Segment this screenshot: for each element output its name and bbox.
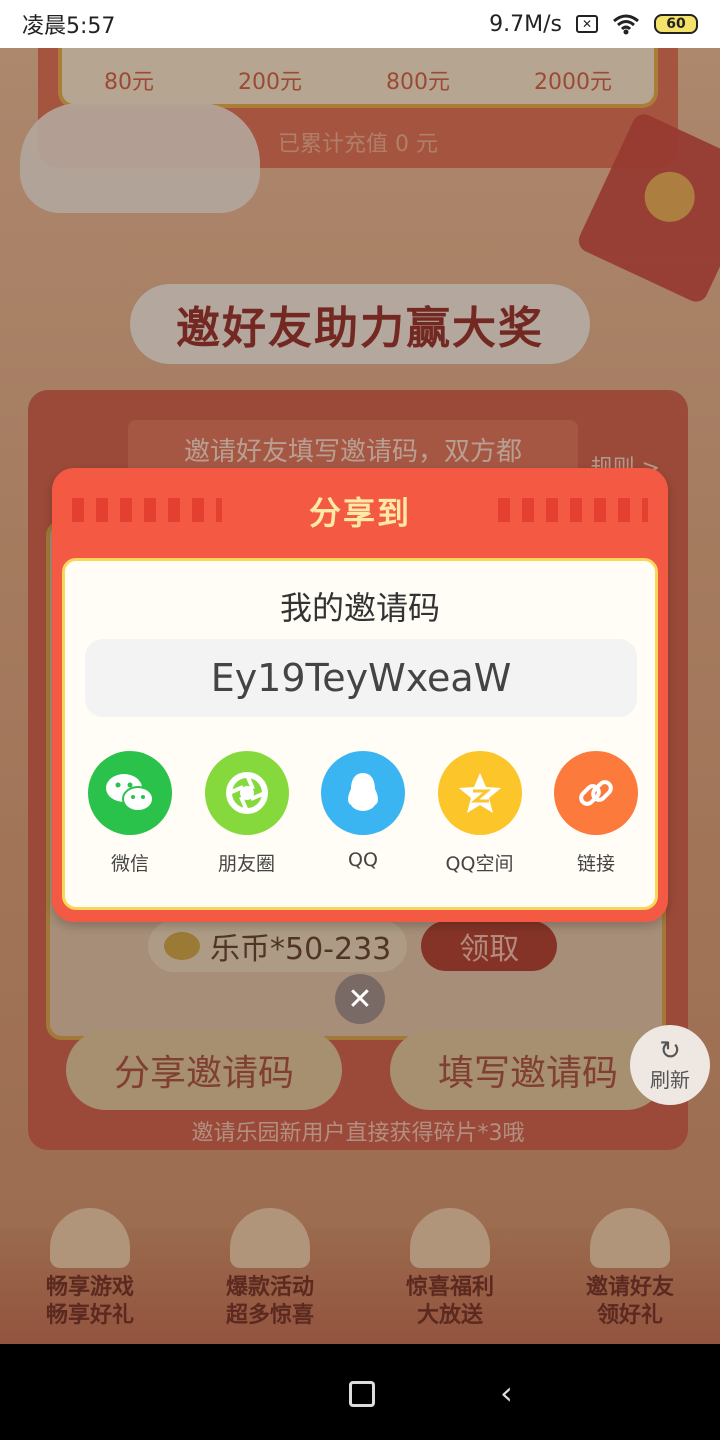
dialog-body: 我的邀请码 Ey19TeyWxeaW 微信 朋友圈 QQ QQ空间 链接: [62, 558, 658, 910]
link-icon: [554, 751, 638, 835]
refresh-button[interactable]: ↻ 刷新: [630, 1025, 710, 1105]
share-label: QQ: [348, 849, 378, 871]
refresh-label: 刷新: [650, 1067, 690, 1092]
share-targets: 微信 朋友圈 QQ QQ空间 链接: [75, 751, 651, 876]
invite-code-value[interactable]: Ey19TeyWxeaW: [85, 639, 637, 717]
recents-icon[interactable]: [349, 1381, 375, 1407]
close-dialog-button[interactable]: ✕: [335, 974, 385, 1024]
status-time: 凌晨5:57: [22, 14, 116, 39]
share-label: 链接: [576, 853, 615, 875]
dialog-title: 分享到: [308, 494, 411, 532]
status-icons: 9.7M/s ✕ 60: [489, 12, 698, 37]
share-label: 微信: [110, 853, 149, 875]
share-qq[interactable]: QQ: [308, 751, 418, 876]
share-dialog: 分享到 我的邀请码 Ey19TeyWxeaW 微信 朋友圈 QQ QQ空间 链接: [52, 468, 668, 922]
qq-icon: [321, 751, 405, 835]
share-moments[interactable]: 朋友圈: [192, 751, 302, 876]
wechat-icon: [88, 751, 172, 835]
refresh-icon: ↻: [659, 1035, 681, 1066]
share-label: QQ空间: [445, 853, 514, 875]
share-qzone[interactable]: QQ空间: [425, 751, 535, 876]
back-icon[interactable]: ‹: [500, 1374, 513, 1412]
dialog-header: 分享到: [52, 468, 668, 554]
share-wechat[interactable]: 微信: [75, 751, 185, 876]
battery-icon: 60: [654, 14, 698, 34]
wifi-icon: [613, 14, 639, 35]
share-label: 朋友圈: [217, 853, 275, 875]
network-speed: 9.7M/s: [489, 11, 562, 37]
qzone-icon: [437, 751, 522, 835]
no-sim-icon: ✕: [576, 15, 598, 33]
system-navigation-bar: ‹: [0, 1344, 720, 1440]
invite-code-label: 我的邀请码: [279, 589, 440, 627]
moments-icon: [204, 751, 289, 835]
status-bar: 凌晨5:57 9.7M/s ✕ 60: [0, 0, 720, 48]
share-link[interactable]: 链接: [541, 751, 651, 876]
checker-decoration: [498, 498, 648, 522]
checker-decoration: [72, 498, 222, 522]
